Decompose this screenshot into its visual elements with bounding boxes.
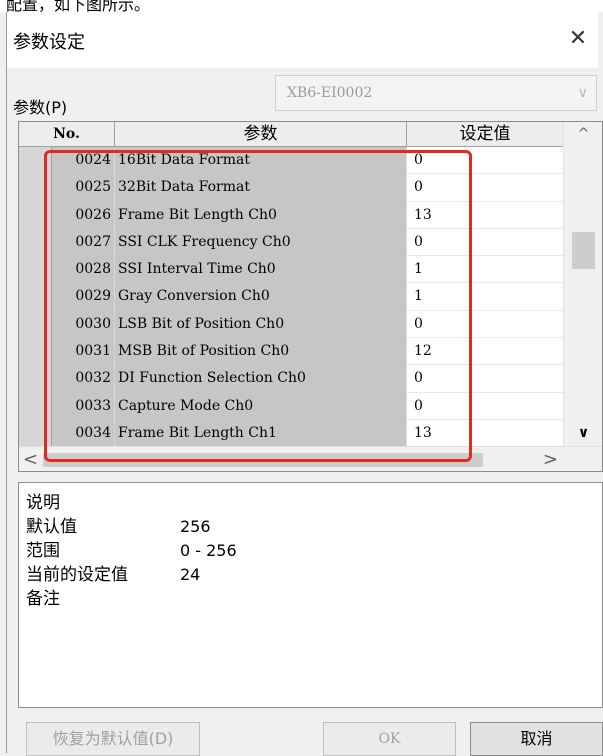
row-header — [19, 419, 52, 448]
header-value[interactable]: 设定值 — [407, 122, 563, 146]
title-bar: 参数设定 ✕ — [7, 12, 598, 68]
cell-value[interactable]: 1 — [407, 283, 563, 311]
table-row[interactable]: 0031 MSB Bit of Position Ch0 12 — [19, 338, 563, 366]
close-icon[interactable]: ✕ — [564, 22, 592, 56]
table-row[interactable]: 0028 SSI Interval Time Ch0 1 — [19, 256, 563, 284]
cell-value[interactable]: 13 — [407, 201, 563, 229]
table-row[interactable]: 0033 Capture Mode Ch0 0 — [19, 392, 563, 420]
dialog-title: 参数设定 — [13, 32, 85, 53]
cell-value[interactable]: 0 — [407, 147, 563, 175]
cell-param: DI Function Selection Ch0 — [115, 365, 407, 393]
default-value: 256 — [180, 517, 211, 536]
cell-value[interactable]: 0 — [407, 310, 563, 339]
note-label: 备注 — [26, 589, 60, 609]
restore-default-button[interactable]: 恢复为默认值(D) — [26, 722, 200, 756]
cell-param: Gray Conversion Ch0 — [115, 283, 407, 311]
cell-param: Capture Mode Ch0 — [115, 392, 407, 420]
page-text-fragment: 配置，如下图所示。 — [0, 0, 603, 12]
cell-param: MSB Bit of Position Ch0 — [115, 338, 407, 366]
scroll-left-icon[interactable]: < — [23, 449, 38, 470]
cell-no: 0028 — [52, 256, 115, 284]
parameter-select[interactable]: XB6-EI0002 ∨ — [275, 75, 597, 111]
cancel-button[interactable]: 取消 — [470, 722, 603, 756]
range-value: 0 - 256 — [180, 541, 237, 560]
header-param[interactable]: 参数 — [115, 122, 407, 146]
cell-no: 0027 — [52, 228, 115, 257]
horizontal-scroll-thumb[interactable] — [43, 453, 483, 467]
parameter-dialog: 参数设定 ✕ 参数(P) XB6-EI0002 ∨ No. 参数 设定值 002… — [6, 12, 603, 756]
current-value: 24 — [180, 565, 201, 584]
row-header — [19, 256, 52, 284]
row-header — [19, 338, 52, 366]
row-header — [19, 365, 52, 393]
description-panel: 说明 默认值 256 范围 0 - 256 当前的设定值 24 备注 — [18, 482, 603, 708]
cell-value[interactable]: 0 — [407, 174, 563, 202]
cell-value[interactable]: 0 — [407, 365, 563, 393]
cell-param: SSI Interval Time Ch0 — [115, 256, 407, 284]
table-row[interactable]: 0026 Frame Bit Length Ch0 13 — [19, 201, 563, 229]
current-label: 当前的设定值 — [26, 565, 128, 585]
cell-value[interactable]: 13 — [407, 419, 563, 448]
cell-param: Frame Bit Length Ch0 — [115, 201, 407, 229]
table-row[interactable]: 0034 Frame Bit Length Ch1 13 — [19, 419, 563, 448]
cell-no: 0030 — [52, 310, 115, 339]
table-row[interactable]: 0024 16Bit Data Format 0 — [19, 147, 563, 175]
table-row[interactable]: 0032 DI Function Selection Ch0 0 — [19, 365, 563, 393]
vertical-scroll-thumb[interactable] — [572, 232, 595, 269]
row-header — [19, 174, 52, 202]
cell-no: 0032 — [52, 365, 115, 393]
cell-no: 0026 — [52, 201, 115, 229]
scroll-up-icon[interactable]: ^ — [564, 122, 602, 146]
ok-button[interactable]: OK — [323, 722, 456, 756]
horizontal-scrollbar[interactable]: < > — [19, 446, 602, 471]
cell-no: 0031 — [52, 338, 115, 366]
header-no[interactable]: No. — [19, 122, 115, 146]
cell-no: 0029 — [52, 283, 115, 311]
table-row[interactable]: 0030 LSB Bit of Position Ch0 0 — [19, 310, 563, 339]
parameter-grid: No. 参数 设定值 0024 16Bit Data Format 0 0025 32B… — [18, 121, 603, 472]
scroll-right-icon[interactable]: > — [543, 449, 558, 470]
parameter-label: 参数(P) — [13, 98, 68, 117]
cell-param: SSI CLK Frequency Ch0 — [115, 228, 407, 257]
cell-value[interactable]: 1 — [407, 256, 563, 284]
row-header — [19, 201, 52, 229]
row-header — [19, 310, 52, 339]
cell-value[interactable]: 0 — [407, 392, 563, 420]
row-header — [19, 392, 52, 420]
table-row[interactable]: 0027 SSI CLK Frequency Ch0 0 — [19, 228, 563, 257]
cell-value[interactable]: 0 — [407, 228, 563, 257]
table-row[interactable]: 0029 Gray Conversion Ch0 1 — [19, 283, 563, 311]
row-header — [19, 228, 52, 257]
cell-param: 32Bit Data Format — [115, 174, 407, 202]
cell-param: Frame Bit Length Ch1 — [115, 419, 407, 448]
cell-no: 0024 — [52, 147, 115, 175]
grid-rows: 0024 16Bit Data Format 0 0025 32Bit Data For… — [19, 147, 563, 448]
row-header — [19, 147, 52, 175]
cell-no: 0034 — [52, 419, 115, 448]
description-heading: 说明 — [26, 493, 60, 513]
chevron-down-icon: ∨ — [577, 85, 588, 101]
cell-no: 0033 — [52, 392, 115, 420]
vertical-scrollbar[interactable]: ^ ∨ — [563, 122, 602, 446]
table-row[interactable]: 0025 32Bit Data Format 0 — [19, 174, 563, 202]
cell-param: LSB Bit of Position Ch0 — [115, 310, 407, 339]
row-header — [19, 283, 52, 311]
grid-header: No. 参数 设定值 — [19, 122, 563, 147]
range-label: 范围 — [26, 541, 60, 561]
default-label: 默认值 — [26, 517, 77, 537]
scroll-down-icon[interactable]: ∨ — [564, 420, 602, 446]
cell-value[interactable]: 12 — [407, 338, 563, 366]
cell-no: 0025 — [52, 174, 115, 202]
cell-param: 16Bit Data Format — [115, 147, 407, 175]
parameter-select-value: XB6-EI0002 — [287, 85, 373, 101]
